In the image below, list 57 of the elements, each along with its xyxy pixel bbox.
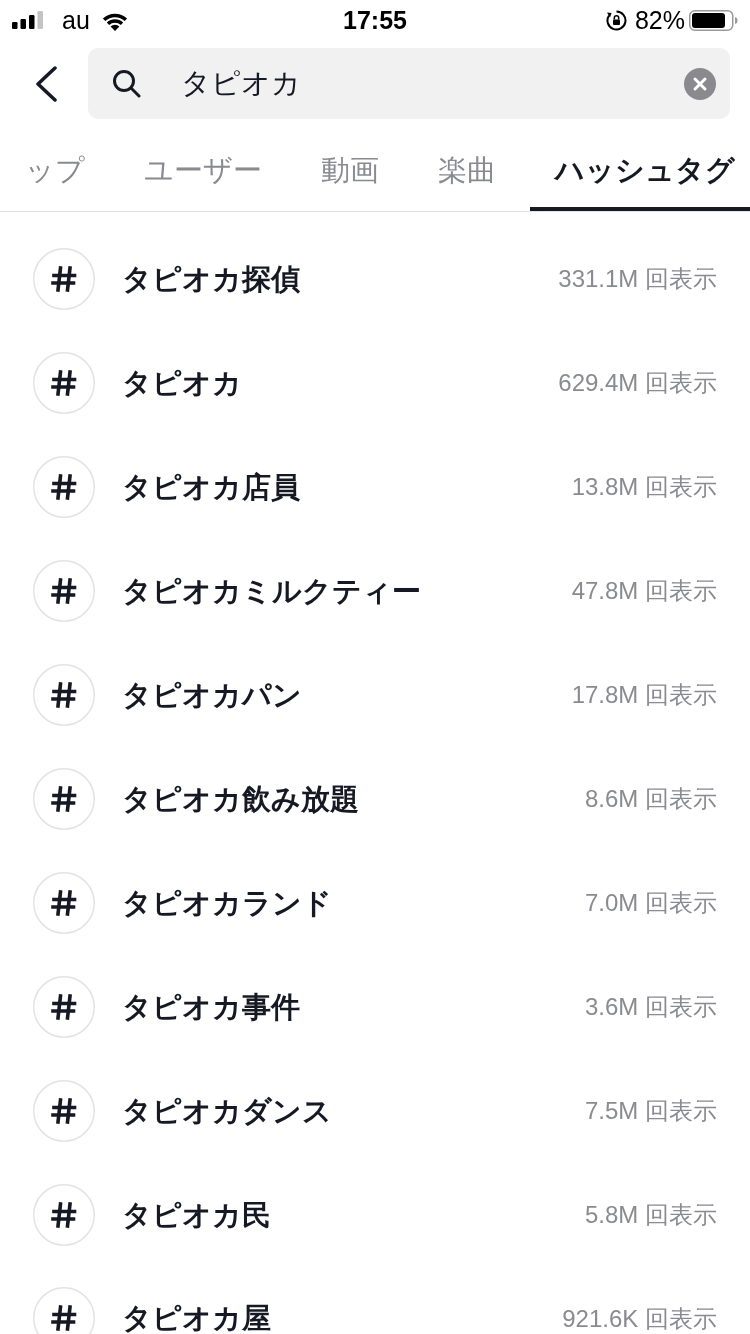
hashtag-name: タピオカ飲み放題 bbox=[122, 783, 360, 815]
hashtag-icon bbox=[33, 1080, 95, 1142]
hashtag-icon bbox=[33, 1287, 95, 1334]
battery-percent: 82% bbox=[634, 5, 685, 35]
search-field[interactable]: タピオカ bbox=[88, 48, 730, 119]
hashtag-name: タピオカ事件 bbox=[122, 991, 301, 1023]
hashtag-row[interactable]: タピオカダンス 7.5M 回表示 bbox=[0, 1059, 750, 1163]
view-count: 5.8M 回表示 bbox=[584, 1200, 717, 1230]
view-count: 3.6M 回表示 bbox=[584, 992, 717, 1022]
view-count: 331.1M 回表示 bbox=[558, 264, 717, 294]
hashtag-row[interactable]: タピオカ屋 921.6K 回表示 bbox=[0, 1267, 750, 1334]
view-count: 921.6K 回表示 bbox=[562, 1304, 717, 1334]
hashtag-name: タピオカミルクティー bbox=[122, 575, 422, 607]
view-count: 17.8M 回表示 bbox=[571, 680, 717, 710]
clock-time: 17:55 bbox=[343, 5, 407, 35]
hashtag-row[interactable]: タピオカ事件 3.6M 回表示 bbox=[0, 955, 750, 1059]
hashtag-icon bbox=[33, 1184, 95, 1246]
hashtag-icon bbox=[33, 664, 95, 726]
hashtag-name: タピオカ屋 bbox=[122, 1302, 272, 1334]
hashtag-icon bbox=[33, 976, 95, 1038]
hashtag-row[interactable]: タピオカ探偵 331.1M 回表示 bbox=[0, 227, 750, 331]
hashtag-row[interactable]: タピオカ民 5.8M 回表示 bbox=[0, 1163, 750, 1267]
hashtag-row[interactable]: タピオカパン 17.8M 回表示 bbox=[0, 643, 750, 747]
hashtag-icon bbox=[33, 456, 95, 518]
view-count: 629.4M 回表示 bbox=[558, 368, 717, 398]
hashtag-icon bbox=[33, 872, 95, 934]
battery-icon bbox=[689, 9, 738, 31]
back-chevron-icon bbox=[34, 65, 58, 102]
search-query: タピオカ bbox=[181, 65, 302, 101]
hashtag-row[interactable]: タピオカミルクティー 47.8M 回表示 bbox=[0, 539, 750, 643]
view-count: 7.0M 回表示 bbox=[584, 888, 717, 918]
hashtag-row[interactable]: タピオカ 629.4M 回表示 bbox=[0, 331, 750, 435]
signal-icon bbox=[12, 11, 44, 29]
view-count: 8.6M 回表示 bbox=[584, 784, 717, 814]
hashtag-icon bbox=[33, 352, 95, 414]
hashtag-name: タピオカランド bbox=[122, 887, 333, 919]
view-count: 13.8M 回表示 bbox=[571, 472, 717, 502]
hashtag-row[interactable]: タピオカランド 7.0M 回表示 bbox=[0, 851, 750, 955]
view-count: 7.5M 回表示 bbox=[584, 1096, 717, 1126]
clear-icon bbox=[684, 67, 716, 100]
hashtag-name: タピオカ店員 bbox=[122, 471, 301, 503]
search-icon bbox=[112, 69, 141, 98]
carrier-name: au bbox=[62, 5, 90, 35]
view-count: 47.8M 回表示 bbox=[571, 576, 717, 606]
hashtag-name: タピオカダンス bbox=[122, 1095, 333, 1127]
hashtag-name: タピオカ探偵 bbox=[122, 263, 301, 295]
hashtag-row[interactable]: タピオカ飲み放題 8.6M 回表示 bbox=[0, 747, 750, 851]
hashtag-name: タピオカ民 bbox=[122, 1199, 272, 1231]
clear-button[interactable] bbox=[684, 67, 716, 100]
tab[interactable]: ハッシュタグ bbox=[530, 119, 750, 211]
hashtag-name: タピオカパン bbox=[122, 679, 303, 711]
hashtag-row[interactable]: タピオカ店員 13.8M 回表示 bbox=[0, 435, 750, 539]
hashtag-icon bbox=[33, 768, 95, 830]
hashtag-icon bbox=[33, 560, 95, 622]
rotation-lock-icon bbox=[605, 9, 627, 31]
hashtag-name: タピオカ bbox=[122, 367, 243, 399]
hashtag-icon bbox=[33, 248, 95, 310]
